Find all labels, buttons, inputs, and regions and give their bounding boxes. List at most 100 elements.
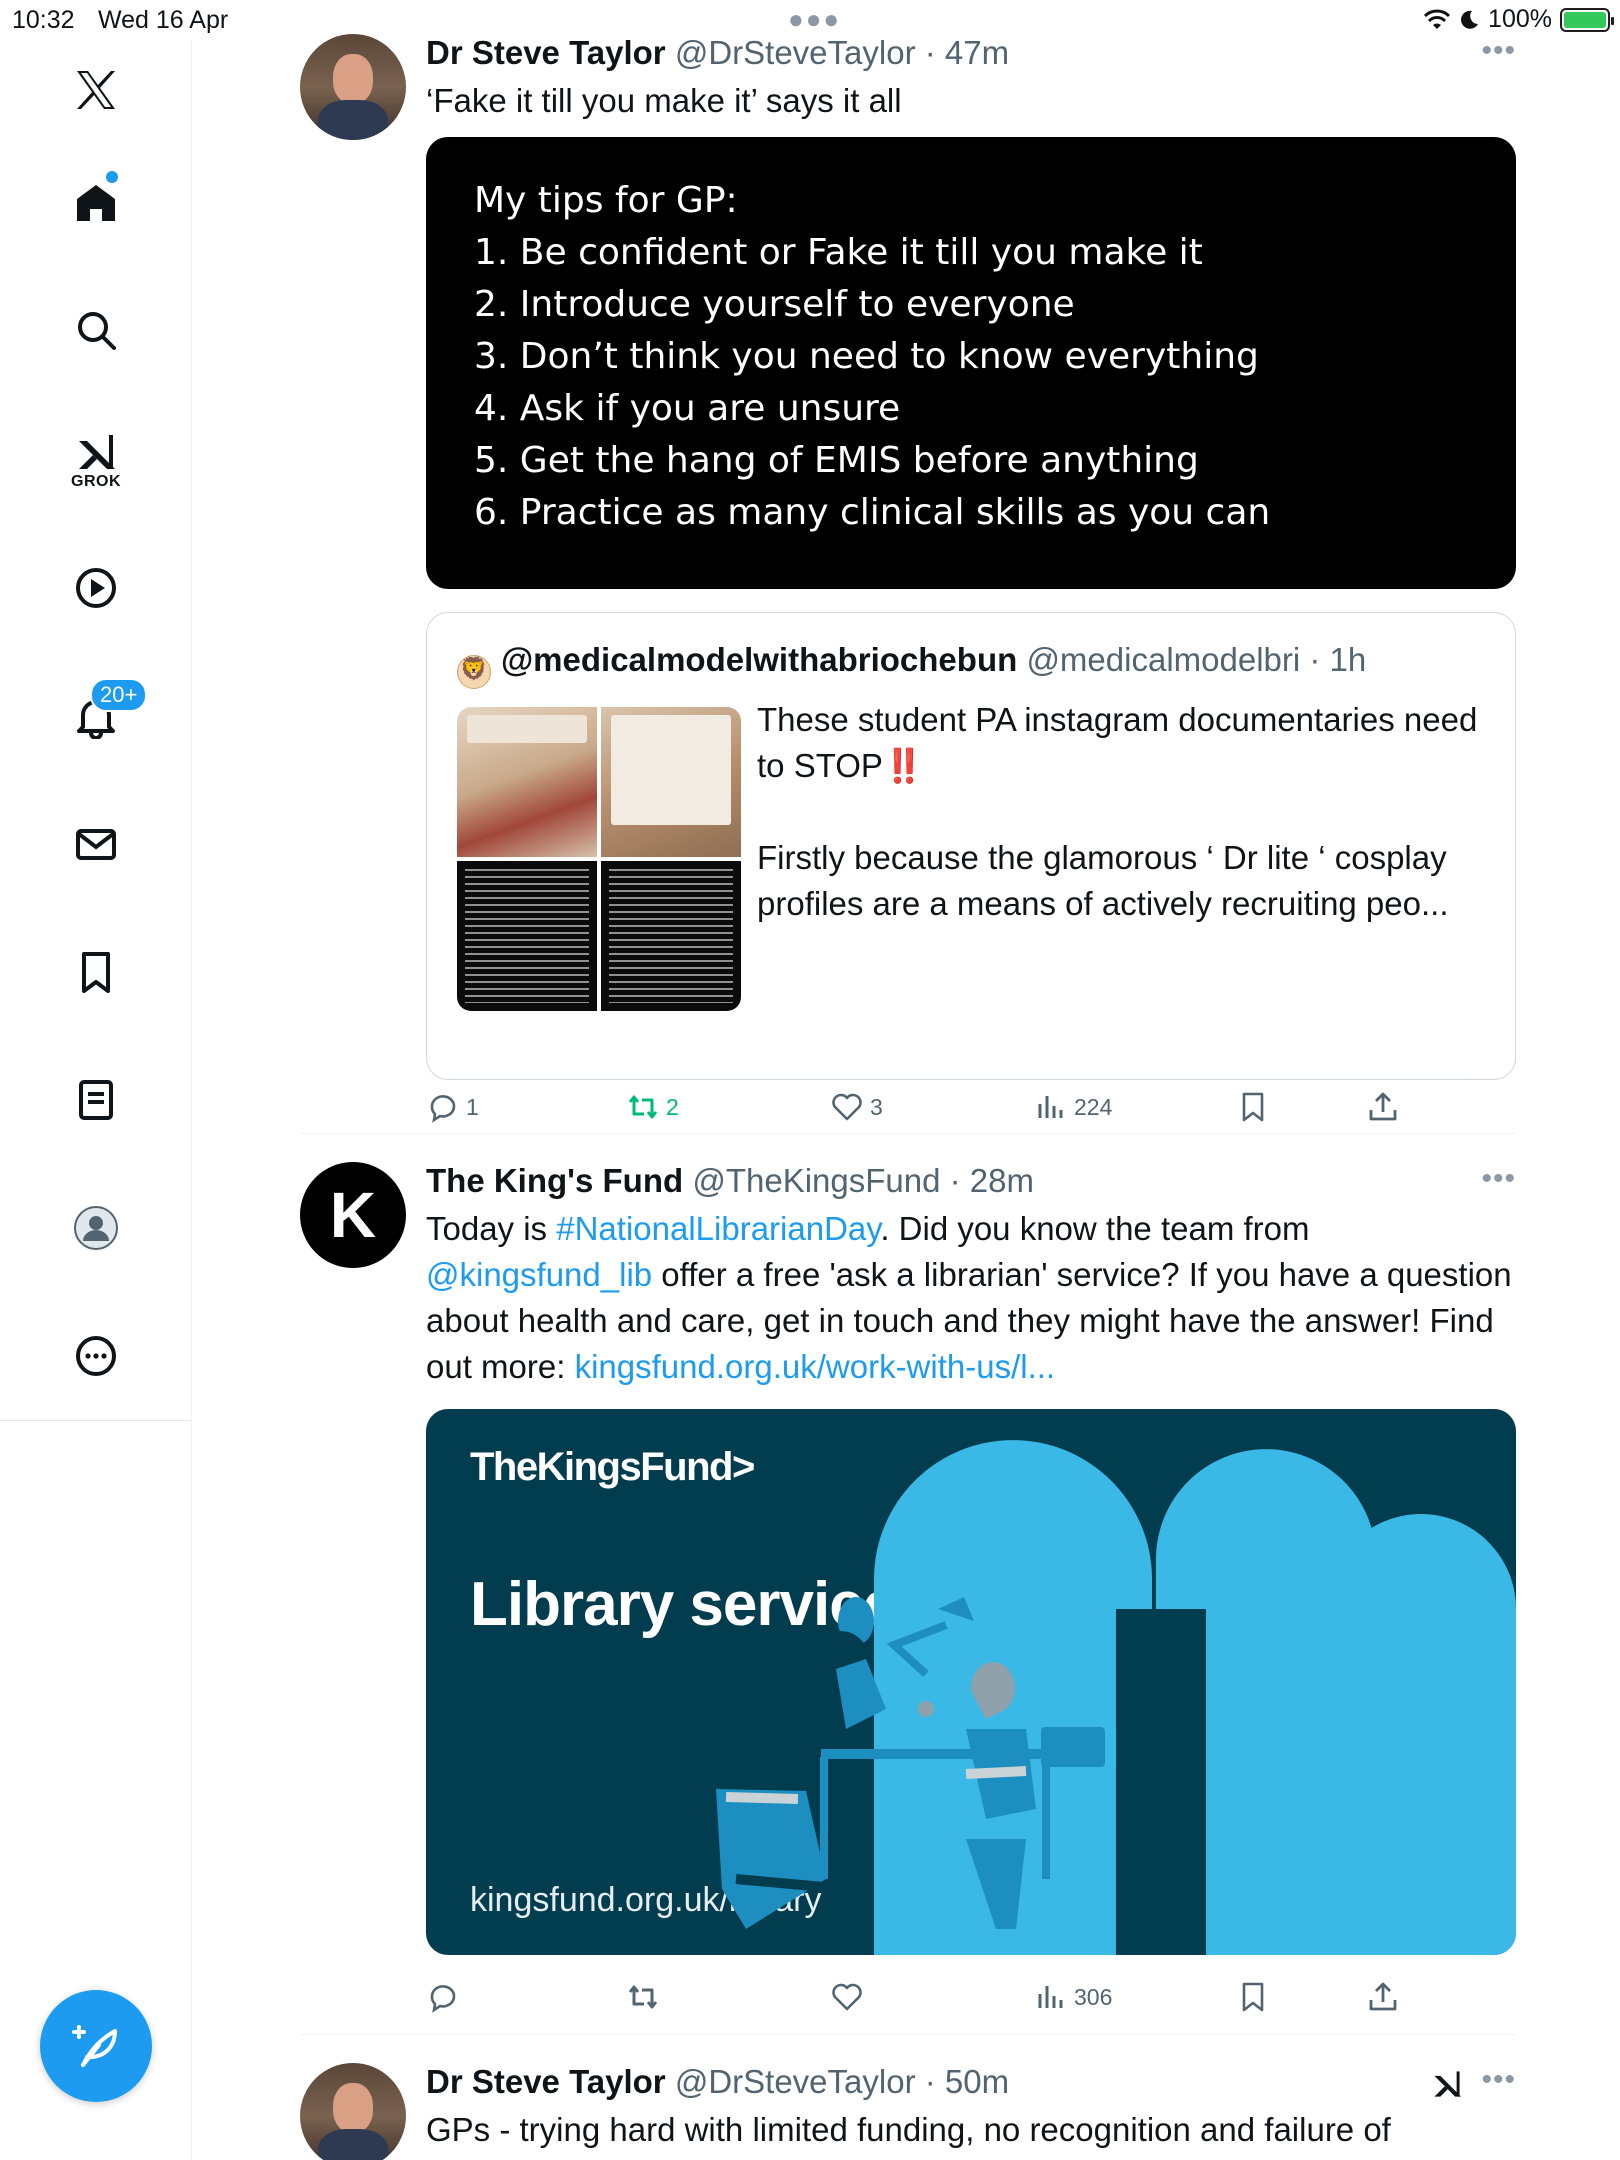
more-icon[interactable] <box>48 1308 144 1404</box>
tips-line: 6. Practice as many clinical skills as y… <box>474 492 1271 533</box>
tweet-time[interactable]: 28m <box>970 1162 1034 1199</box>
author-handle[interactable]: @TheKingsFund <box>692 1162 940 1199</box>
view-count: 306 <box>1074 1983 1113 2010</box>
tweet-divider <box>300 1133 1516 1134</box>
compose-feather-icon <box>72 2025 117 2067</box>
repost-count: 2 <box>666 1093 679 1120</box>
link-card-image[interactable]: TheKingsFund> Library services kingsfund… <box>426 1409 1516 1955</box>
tweet-divider <box>300 2034 1516 2035</box>
home-icon[interactable] <box>48 154 144 250</box>
avatar[interactable] <box>300 2063 406 2160</box>
hashtag-link[interactable]: #NationalLibrarianDay <box>556 1210 880 1247</box>
heart-icon <box>832 1093 862 1121</box>
tweet-actions: 1 2 3 224 <box>426 1084 1516 1130</box>
bell-icon[interactable]: 20+ <box>48 668 148 764</box>
tweet[interactable]: Dr Steve Taylor @DrSteveTaylor · 50m •••… <box>300 2063 1516 2160</box>
quoted-tweet[interactable]: 🦁 @medicalmodelwithabriochebun @medicalmo… <box>426 612 1516 1080</box>
more-options-icon[interactable]: ••• <box>1481 34 1516 68</box>
repost-button[interactable]: 2 <box>626 1084 679 1130</box>
tweet-time[interactable]: 50m <box>945 2063 1009 2100</box>
more-options-icon[interactable]: ••• <box>1481 1162 1516 1196</box>
quote-text-line: Firstly because the glamorous ‘ Dr lite … <box>757 839 1449 922</box>
tweet-header: The King's Fund @TheKingsFund · 28m ••• <box>426 1162 1516 1199</box>
views-chart-icon <box>1038 1096 1063 1118</box>
tweet[interactable]: K The King's Fund @TheKingsFund · 28m ••… <box>300 1162 1516 2013</box>
quote-media-grid[interactable] <box>457 707 741 1011</box>
share-button[interactable] <box>1366 1974 1400 2020</box>
profile-icon[interactable] <box>48 1180 144 1276</box>
compose-button[interactable] <box>40 1990 152 2102</box>
grok-icon[interactable] <box>1430 2067 1464 2101</box>
author-name[interactable]: Dr Steve Taylor <box>426 2063 666 2100</box>
search-icon[interactable] <box>48 282 144 378</box>
more-options-icon[interactable]: ••• <box>1481 2063 1516 2097</box>
tweet-image-tips[interactable]: My tips for GP: 1. Be confident or Fake … <box>426 137 1516 589</box>
repost-button[interactable] <box>626 1974 666 2020</box>
wifi-icon <box>1424 9 1451 29</box>
author-name[interactable]: Dr Steve Taylor <box>426 34 666 71</box>
tips-line: 2. Introduce yourself to everyone <box>474 284 1075 325</box>
repost-icon <box>628 1985 658 2009</box>
quote-text-line: These student PA instagram documentaries… <box>757 701 1478 784</box>
tweet[interactable]: Dr Steve Taylor @DrSteveTaylor · 47m •••… <box>300 34 1516 1130</box>
moon-icon <box>1461 10 1479 29</box>
double-exclamation-emoji: ‼️ <box>882 747 925 784</box>
author-name[interactable]: The King's Fund <box>426 1162 683 1199</box>
mail-icon[interactable] <box>48 796 144 892</box>
tips-line: My tips for GP: <box>474 180 738 221</box>
grok-label: GROK <box>71 473 121 490</box>
reply-button[interactable] <box>426 1974 466 2020</box>
library-illustration <box>716 1440 1516 1955</box>
tweet-text: Today is #NationalLibrarianDay. Did you … <box>426 1206 1516 1390</box>
author-handle[interactable]: @DrSteveTaylor <box>675 2063 916 2100</box>
bookmark-button[interactable] <box>1236 1084 1270 1130</box>
tips-line: 1. Be confident or Fake it till you make… <box>474 232 1203 273</box>
mention-link[interactable]: @kingsfund_lib <box>426 1256 652 1293</box>
multitasking-dots-icon[interactable]: ●●● <box>788 4 841 35</box>
like-button[interactable] <box>830 1974 870 2020</box>
reply-button[interactable]: 1 <box>426 1084 479 1130</box>
quote-media-thumb[interactable] <box>457 707 597 857</box>
quote-media-thumb[interactable] <box>601 861 741 1011</box>
views-chart-icon <box>1038 1986 1063 2008</box>
quote-avatar[interactable]: 🦁 <box>457 655 491 689</box>
share-button[interactable] <box>1366 1084 1400 1130</box>
quote-media-thumb[interactable] <box>601 707 741 857</box>
repost-icon <box>628 1095 658 1119</box>
tips-line: 5. Get the hang of EMIS before anything <box>474 440 1199 481</box>
lists-icon[interactable] <box>48 1052 144 1148</box>
bookmark-icon[interactable] <box>48 924 144 1020</box>
tips-line: 4. Ask if you are unsure <box>474 388 901 429</box>
tweet-text: GPs - trying hard with limited funding, … <box>426 2111 1391 2148</box>
quote-author-name[interactable]: @medicalmodelwithabriochebun <box>501 641 1017 678</box>
avatar[interactable] <box>300 34 406 140</box>
x-logo-icon[interactable] <box>48 42 144 138</box>
like-button[interactable]: 3 <box>830 1084 883 1130</box>
status-date: Wed 16 Apr <box>98 6 229 34</box>
quote-media-thumb[interactable] <box>457 861 597 1011</box>
bookmark-icon <box>1242 1092 1264 1122</box>
bookmark-icon <box>1242 1982 1264 2012</box>
tweet-time[interactable]: 47m <box>945 34 1009 71</box>
share-icon <box>1369 1982 1397 2011</box>
tweet-text-part: . Did you know the team from <box>880 1210 1310 1247</box>
tweet-text: ‘Fake it till you make it’ says it all <box>426 82 902 119</box>
like-count: 3 <box>870 1093 883 1120</box>
sidebar-divider <box>0 1420 192 1421</box>
video-icon[interactable] <box>48 540 144 636</box>
author-handle[interactable]: @DrSteveTaylor <box>675 34 916 71</box>
url-link[interactable]: kingsfund.org.uk/work-with-us/l... <box>575 1348 1056 1385</box>
tweet-text-part: Today is <box>426 1210 557 1247</box>
views-button[interactable]: 224 <box>1034 1084 1112 1130</box>
battery-icon <box>1560 7 1614 32</box>
grok-icon[interactable]: GROK <box>48 412 144 508</box>
tips-line: 3. Don’t think you need to know everythi… <box>474 336 1259 377</box>
home-unread-dot <box>106 171 118 183</box>
views-button[interactable]: 306 <box>1034 1974 1112 2020</box>
sidebar: GROK 20+ <box>0 40 192 2160</box>
quote-author-handle[interactable]: @medicalmodelbri <box>1026 641 1300 678</box>
bookmark-button[interactable] <box>1236 1974 1270 2020</box>
avatar[interactable]: K <box>300 1162 406 1268</box>
notification-badge: 20+ <box>90 678 148 712</box>
share-icon <box>1369 1092 1397 1121</box>
